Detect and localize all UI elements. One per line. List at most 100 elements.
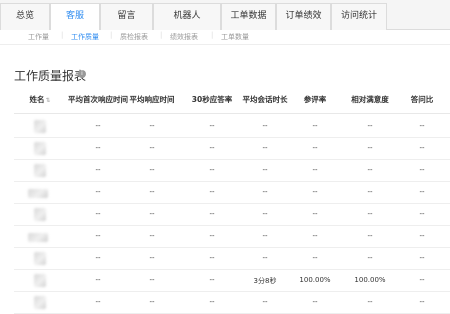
table-cell: -- (209, 188, 215, 196)
column-header-label: 姓名 (29, 95, 45, 104)
table-row: -- -- -- -- -- -- -- (14, 116, 450, 138)
column-header-label: 平均响应时间 (129, 95, 175, 104)
table-cell: -- (209, 210, 215, 218)
subnav-item-4[interactable]: 工单数量 (221, 32, 249, 42)
table-cell: -- (95, 210, 101, 218)
table-cell: -- (312, 144, 318, 152)
table-cell: -- (262, 210, 268, 218)
table-cell: -- (149, 166, 155, 174)
subnav-separator: | (61, 31, 64, 39)
table-cell: -- (209, 166, 215, 174)
sub-navigation: 工作量 | 工作质量 | 质检报表 | 绩效报表 | 工单数量 (0, 30, 450, 45)
table-cell: -- (95, 166, 101, 174)
table-cell: -- (312, 298, 318, 306)
table-cell: -- (419, 144, 425, 152)
table-row: -- -- -- -- -- -- -- (14, 226, 450, 248)
table-cell: -- (149, 188, 155, 196)
tab-1[interactable]: 客服 (50, 3, 100, 31)
subnav-separator: | (211, 31, 214, 39)
table-header-divider (14, 113, 450, 114)
table-cell: -- (149, 276, 155, 284)
table-cell: -- (209, 144, 215, 152)
redacted-name-avatar (34, 252, 46, 265)
table-cell: 100.00% (354, 276, 386, 284)
column-header-7[interactable]: 答问比 (411, 94, 434, 105)
table-cell: -- (312, 166, 318, 174)
subnav-item-1[interactable]: 工作质量 (71, 32, 99, 42)
column-header-label: 参评率 (303, 95, 327, 104)
redacted-name-avatar (34, 142, 46, 155)
table-cell: -- (419, 166, 425, 174)
table-cell: -- (209, 254, 215, 262)
table-cell: -- (149, 122, 155, 130)
redacted-name-avatar (34, 208, 46, 221)
table-cell: -- (367, 210, 373, 218)
table-cell: -- (262, 232, 268, 240)
table-cell: -- (209, 298, 215, 306)
subnav-item-2[interactable]: 质检报表 (120, 32, 148, 42)
table-cell: 100.00% (299, 276, 331, 284)
table-cell: -- (95, 254, 101, 262)
table-cell: -- (419, 254, 425, 262)
table-cell: -- (367, 298, 373, 306)
redacted-name-avatar (34, 164, 46, 177)
column-header-2[interactable]: 平均响应时间 (130, 94, 175, 105)
column-header-0[interactable]: 姓名⇅ (29, 94, 50, 105)
table-cell: -- (209, 232, 215, 240)
table-row: -- -- -- -- -- -- -- (14, 138, 450, 160)
table-cell: -- (367, 144, 373, 152)
table-cell: -- (419, 188, 425, 196)
sort-icon[interactable]: ⇅ (45, 97, 50, 104)
table-row: -- -- -- -- -- -- -- (14, 248, 450, 270)
subnav-separator: | (160, 31, 163, 39)
table-cell: -- (95, 122, 101, 130)
table-cell: -- (262, 144, 268, 152)
table-cell: -- (312, 210, 318, 218)
column-header-label: 30秒应答率 (191, 95, 233, 104)
column-header-4[interactable]: 平均会话时长 (243, 94, 288, 105)
table-cell: -- (149, 254, 155, 262)
table-cell: -- (367, 254, 373, 262)
table-cell: -- (312, 122, 318, 130)
redacted-name-avatar (34, 274, 46, 287)
redacted-name-avatar (34, 120, 46, 133)
top-tab-bar: 总览 客服 留言 机器人 工单数据 订单绩效 访问统计 (0, 0, 450, 31)
column-header-label: 平均会话时长 (242, 95, 288, 104)
redacted-name-avatar (28, 233, 48, 242)
table-cell: -- (367, 232, 373, 240)
tab-3[interactable]: 机器人 (153, 3, 221, 30)
table-cell: -- (419, 210, 425, 218)
table-cell: -- (95, 276, 101, 284)
table-cell: -- (419, 276, 425, 284)
column-header-1[interactable]: 平均首次响应时间 (68, 94, 128, 105)
tab-5[interactable]: 订单绩效 (276, 3, 331, 30)
table-cell: -- (95, 188, 101, 196)
subnav-item-0[interactable]: 工作量 (28, 32, 49, 42)
column-header-3[interactable]: 30秒应答率 (192, 94, 232, 105)
info-icon[interactable]: i (78, 70, 86, 78)
table-cell: -- (312, 254, 318, 262)
table-cell: -- (262, 298, 268, 306)
tab-0[interactable]: 总览 (0, 3, 50, 30)
table-cell: -- (149, 210, 155, 218)
table-cell: -- (312, 232, 318, 240)
column-header-label: 答问比 (410, 95, 434, 104)
column-header-label: 相对满意度 (351, 95, 389, 104)
subnav-item-3[interactable]: 绩效报表 (170, 32, 198, 42)
table-cell: -- (95, 232, 101, 240)
table-row: -- -- -- -- -- -- -- (14, 182, 450, 204)
column-header-5[interactable]: 参评率 (304, 94, 327, 105)
table-cell: -- (149, 144, 155, 152)
table-cell: -- (262, 254, 268, 262)
tab-4[interactable]: 工单数据 (221, 3, 276, 30)
table-row: -- -- -- -- -- -- -- (14, 292, 450, 314)
table-cell: -- (312, 188, 318, 196)
table-cell: -- (367, 166, 373, 174)
redacted-name-avatar (28, 189, 48, 198)
table-cell: -- (149, 298, 155, 306)
table-cell: 3分8秒 (253, 277, 277, 285)
column-header-6[interactable]: 相对满意度 (351, 94, 389, 105)
tab-6[interactable]: 访问统计 (331, 3, 387, 30)
subnav-separator: | (110, 31, 113, 39)
tab-2[interactable]: 留言 (100, 3, 153, 30)
